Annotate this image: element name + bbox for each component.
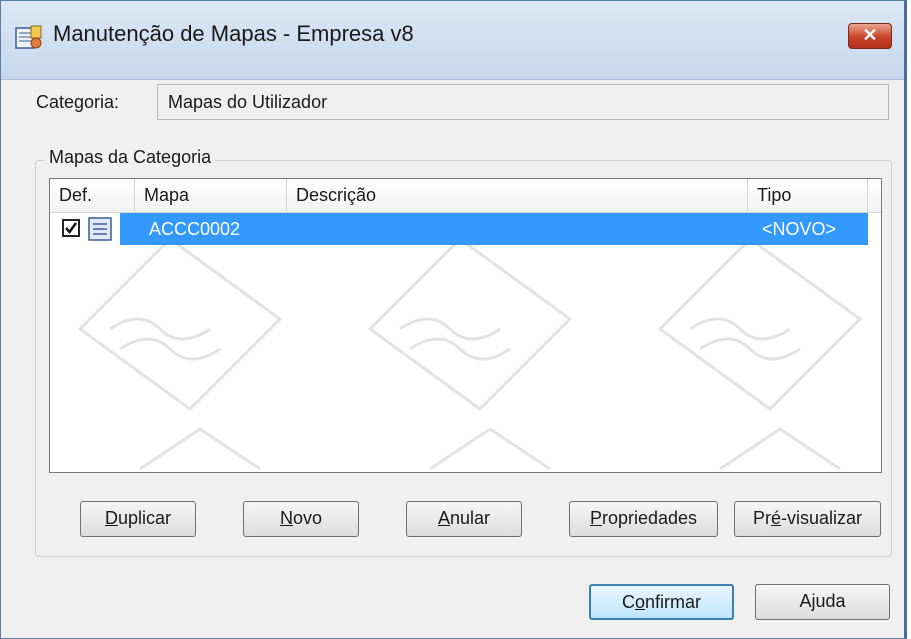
pre-visualizar-mnemonic: é — [770, 508, 781, 528]
checkmark-icon — [65, 222, 78, 235]
confirmar-button[interactable]: Confirmar — [589, 584, 734, 620]
pre-visualizar-button[interactable]: Pré-visualizar — [734, 501, 881, 537]
window-title: Manutenção de Mapas - Empresa v8 — [53, 21, 414, 46]
title-bar[interactable]: Manutenção de Mapas - Empresa v8 ✕ — [1, 1, 904, 80]
duplicar-label: uplicar — [117, 508, 172, 528]
propriedades-mnemonic: P — [589, 508, 602, 528]
cell-mapa: ACCC0002 — [149, 219, 241, 239]
ajuda-label: uda — [815, 591, 846, 611]
maps-app-icon — [15, 25, 42, 49]
anular-button[interactable]: Anular — [406, 501, 522, 537]
category-label: Categoria: — [36, 92, 120, 112]
column-header-descricao[interactable]: Descrição — [287, 179, 748, 212]
default-checkbox[interactable] — [62, 219, 80, 237]
close-button[interactable]: ✕ — [848, 23, 892, 49]
table-row[interactable]: ACCC0002 <NOVO> — [50, 213, 868, 245]
novo-button[interactable]: Novo — [243, 501, 359, 537]
table-header: Def. Mapa Descrição Tipo — [50, 179, 881, 213]
ajuda-pre: A — [799, 591, 812, 611]
duplicar-mnemonic: D — [104, 508, 118, 528]
novo-mnemonic: N — [279, 508, 293, 528]
maps-list[interactable]: Def. Mapa Descrição Tipo ACCC0002 <NOVO> — [49, 178, 882, 473]
map-document-icon — [88, 217, 112, 241]
anular-mnemonic: A — [437, 508, 450, 528]
propriedades-label: ropriedades — [601, 508, 698, 528]
anular-label: nular — [449, 508, 491, 528]
cell-tipo: <NOVO> — [762, 219, 837, 239]
category-field: Mapas do Utilizador — [157, 84, 889, 120]
pre-visualizar-label: -visualizar — [780, 508, 863, 528]
dialog-window: Manutenção de Mapas - Empresa v8 ✕ Categ… — [0, 0, 907, 639]
column-header-mapa[interactable]: Mapa — [135, 179, 287, 212]
column-header-def[interactable]: Def. — [50, 179, 135, 212]
ajuda-button[interactable]: Ajuda — [755, 584, 890, 620]
confirmar-label: nfirmar — [645, 592, 702, 612]
maps-group-label: Mapas da Categoria — [45, 147, 216, 168]
propriedades-button[interactable]: Propriedades — [569, 501, 718, 537]
column-header-tipo[interactable]: Tipo — [748, 179, 868, 212]
confirmar-mnemonic: o — [634, 592, 645, 612]
duplicar-button[interactable]: Duplicar — [80, 501, 196, 537]
confirmar-pre: C — [621, 592, 635, 612]
pre-visualizar-pre: Pr — [752, 508, 771, 528]
novo-label: ovo — [292, 508, 323, 528]
